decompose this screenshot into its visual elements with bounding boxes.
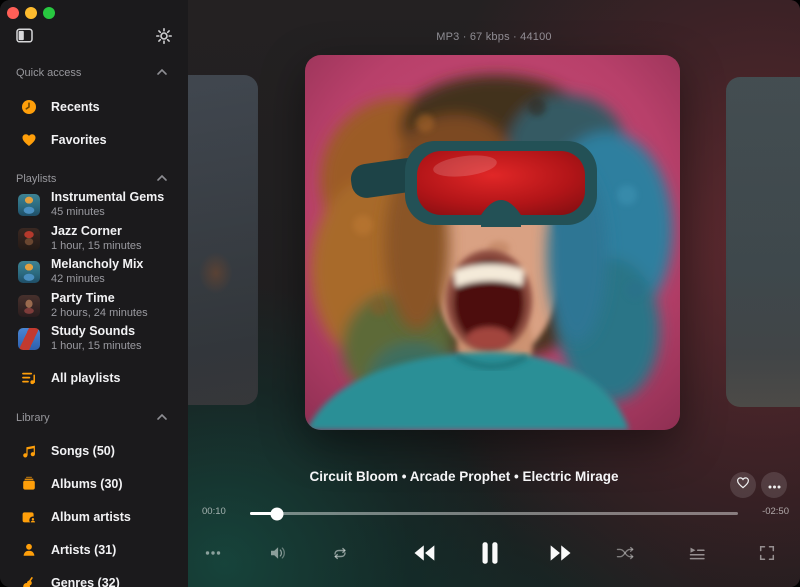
now-playing-title: Circuit Bloom • Arcade Prophet • Electri…: [188, 469, 740, 484]
sidebar-item-label: Album artists: [51, 510, 131, 524]
shuffle-icon[interactable]: [616, 545, 635, 562]
settings-gear-icon[interactable]: [156, 28, 172, 49]
album-artist-icon: [18, 509, 40, 525]
sidebar-item-favorites[interactable]: Favorites: [0, 123, 188, 156]
sidebar-item-recents[interactable]: Recents: [0, 90, 188, 123]
elapsed-time: 00:10: [202, 506, 226, 517]
remaining-time: -02:50: [762, 506, 789, 517]
playlist-duration: 2 hours, 24 minutes: [51, 307, 148, 320]
previous-album-art[interactable]: [188, 75, 258, 405]
favorite-button[interactable]: [730, 472, 756, 498]
minimize-button[interactable]: [25, 7, 37, 19]
repeat-icon[interactable]: [332, 544, 349, 562]
playlist-title: Jazz Corner: [51, 224, 142, 238]
sidebar-header: [0, 26, 188, 50]
zoom-button[interactable]: [43, 7, 55, 19]
sidebar-toggle-icon[interactable]: [16, 28, 33, 48]
playlist-art: [18, 328, 40, 350]
sidebar-item-label: All playlists: [51, 371, 120, 385]
sidebar-item-album-artists[interactable]: Album artists: [0, 500, 188, 533]
chevron-up-icon[interactable]: [156, 173, 168, 185]
pause-button[interactable]: [482, 542, 499, 565]
playlist-item[interactable]: Melancholy Mix 42 minutes: [0, 255, 188, 288]
playlist-duration: 1 hour, 15 minutes: [51, 340, 142, 353]
section-label: Library: [16, 412, 50, 424]
sidebar-item-label: Genres (32): [51, 576, 120, 587]
album-art[interactable]: [305, 55, 680, 430]
sidebar-item-songs[interactable]: Songs (50): [0, 434, 188, 467]
heart-outline-icon: [736, 476, 750, 494]
music-note-icon: [18, 443, 40, 459]
playlist-duration: 45 minutes: [51, 206, 164, 219]
section-label: Quick access: [16, 67, 81, 79]
playlist-item[interactable]: Party Time 2 hours, 24 minutes: [0, 289, 188, 322]
artist-icon: [18, 542, 40, 558]
playlist-duration: 1 hour, 15 minutes: [51, 240, 142, 253]
sidebar-item-all-playlists[interactable]: All playlists: [0, 361, 188, 394]
sidebar-item-label: Songs (50): [51, 444, 115, 458]
sidebar: Quick access Recents Favorites Playlists…: [0, 0, 188, 587]
seek-bar[interactable]: [250, 512, 738, 515]
player-main: MP3 · 67 kbps · 44100: [188, 0, 800, 587]
genres-icon: [18, 575, 40, 587]
section-quick-access[interactable]: Quick access: [0, 63, 188, 83]
sidebar-item-label: Recents: [51, 100, 100, 114]
playlist-title: Instrumental Gems: [51, 190, 164, 204]
playlist-title: Study Sounds: [51, 324, 142, 338]
playlist-art: [18, 194, 40, 216]
playback-more-button[interactable]: [206, 551, 221, 555]
sidebar-item-genres[interactable]: Genres (32): [0, 566, 188, 587]
chevron-up-icon[interactable]: [156, 67, 168, 79]
playlist-title: Melancholy Mix: [51, 257, 143, 271]
playlist-item[interactable]: Study Sounds 1 hour, 15 minutes: [0, 322, 188, 355]
section-library[interactable]: Library: [0, 408, 188, 428]
playlist-duration: 42 minutes: [51, 273, 143, 286]
volume-icon[interactable]: [269, 545, 288, 562]
track-more-button[interactable]: [761, 472, 787, 498]
ellipsis-icon: [768, 476, 781, 494]
stream-info: MP3 · 67 kbps · 44100: [188, 31, 800, 43]
heart-icon: [18, 132, 40, 148]
previous-track-button[interactable]: [412, 544, 437, 563]
playlist-item[interactable]: Jazz Corner 1 hour, 15 minutes: [0, 222, 188, 255]
app-window: Quick access Recents Favorites Playlists…: [0, 0, 800, 587]
playlist-art: [18, 295, 40, 317]
sidebar-item-albums[interactable]: Albums (30): [0, 467, 188, 500]
seek-handle[interactable]: [271, 507, 284, 520]
next-album-art[interactable]: [726, 77, 800, 407]
chevron-up-icon[interactable]: [156, 412, 168, 424]
playlist-item[interactable]: Instrumental Gems 45 minutes: [0, 188, 188, 221]
sidebar-item-label: Artists (31): [51, 543, 116, 557]
next-track-button[interactable]: [549, 544, 574, 563]
albums-icon: [18, 476, 40, 492]
traffic-lights: [7, 7, 55, 19]
clock-icon: [18, 99, 40, 115]
section-playlists[interactable]: Playlists: [0, 169, 188, 189]
playlist-title: Party Time: [51, 291, 148, 305]
fullscreen-icon[interactable]: [760, 546, 775, 561]
playlist-art: [18, 228, 40, 250]
section-label: Playlists: [16, 173, 56, 185]
queue-icon[interactable]: [689, 545, 706, 561]
sidebar-item-label: Albums (30): [51, 477, 123, 491]
close-button[interactable]: [7, 7, 19, 19]
playlist-art: [18, 261, 40, 283]
sidebar-item-label: Favorites: [51, 133, 107, 147]
sidebar-item-artists[interactable]: Artists (31): [0, 533, 188, 566]
playlist-list-icon: [18, 370, 40, 386]
